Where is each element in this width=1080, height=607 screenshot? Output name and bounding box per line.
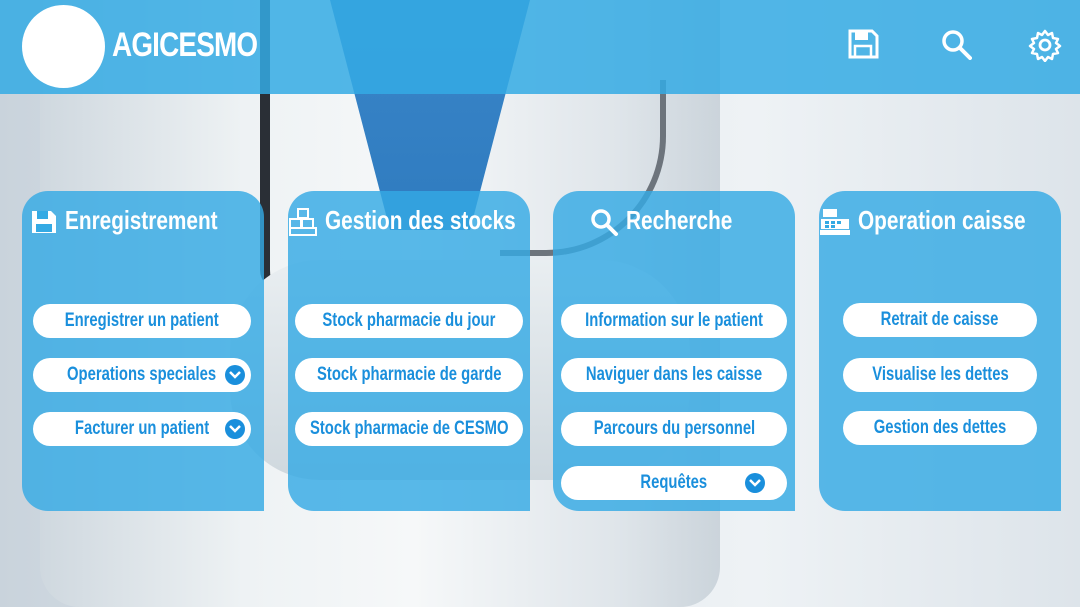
gear-icon[interactable]	[1028, 28, 1062, 63]
cash-withdrawal-button[interactable]: Retrait de caisse	[843, 303, 1037, 337]
stock-day-button[interactable]: Stock pharmacie du jour	[295, 304, 523, 338]
stock-cesmo-button[interactable]: Stock pharmacie de CESMO	[295, 412, 523, 446]
browse-cash-button[interactable]: Naviguer dans les caisse	[561, 358, 787, 392]
cash-register-icon	[820, 209, 850, 236]
view-debts-button[interactable]: Visualise les dettes	[843, 358, 1037, 392]
search-icon	[591, 209, 618, 237]
save-icon[interactable]	[847, 28, 881, 62]
special-operations-button[interactable]: Operations speciales	[33, 358, 251, 392]
card-enregistrement: Enregistrement Enregistrer un patient Op…	[22, 191, 264, 511]
queries-button[interactable]: Requêtes	[561, 466, 787, 500]
card-operation-caisse: Operation caisse Retrait de caisse Visua…	[819, 191, 1061, 511]
patient-info-button[interactable]: Information sur le patient	[561, 304, 787, 338]
search-icon[interactable]	[940, 28, 974, 62]
stock-guard-button[interactable]: Stock pharmacie de garde	[295, 358, 523, 392]
boxes-icon	[289, 208, 317, 237]
card-title: Gestion des stocks	[288, 205, 530, 237]
card-title: Recherche	[553, 205, 795, 237]
card-title: Enregistrement	[22, 205, 264, 236]
chevron-down-icon	[225, 365, 245, 385]
header-bar: AGICESMO	[0, 0, 1080, 94]
save-icon	[32, 211, 57, 234]
logo	[22, 5, 105, 88]
chevron-down-icon	[745, 473, 765, 493]
manage-debts-button[interactable]: Gestion des dettes	[843, 411, 1037, 445]
register-patient-button[interactable]: Enregistrer un patient	[33, 304, 251, 338]
card-title: Operation caisse	[819, 205, 1061, 237]
app-title: AGICESMO	[112, 26, 258, 64]
card-recherche: Recherche Information sur le patient Nav…	[553, 191, 795, 511]
chevron-down-icon	[225, 419, 245, 439]
card-gestion-stocks: Gestion des stocks Stock pharmacie du jo…	[288, 191, 530, 511]
bill-patient-button[interactable]: Facturer un patient	[33, 412, 251, 446]
staff-history-button[interactable]: Parcours du personnel	[561, 412, 787, 446]
